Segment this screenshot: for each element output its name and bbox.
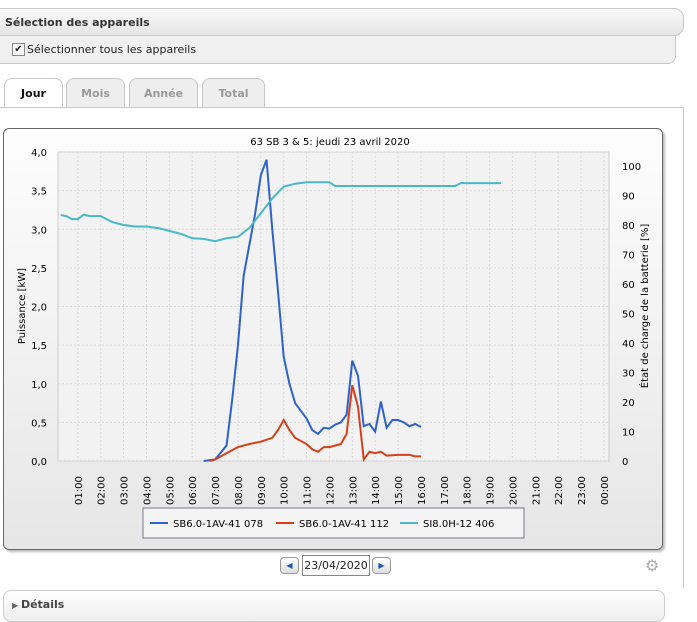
x-tick-label: 20:00	[508, 476, 519, 505]
x-tick-label: 10:00	[280, 476, 291, 505]
y-tick-label: 0,5	[31, 418, 47, 429]
x-tick-label: 00:00	[600, 476, 611, 505]
y-right-tick-label: 80	[622, 221, 635, 232]
x-tick-label: 09:00	[257, 476, 268, 505]
y-tick-label: 3,5	[31, 187, 47, 198]
date-input[interactable]: 23/04/2020	[302, 555, 370, 576]
x-tick-label: 22:00	[554, 476, 565, 505]
y-tick-label: 1,5	[31, 341, 47, 352]
chart-title: 63 SB 3 & 5: jeudi 23 avril 2020	[250, 137, 410, 148]
x-tick-label: 23:00	[577, 476, 588, 505]
x-tick-label: 02:00	[97, 476, 108, 505]
y-tick-label: 3,0	[31, 225, 47, 236]
details-section[interactable]: ▶ Détails	[3, 590, 665, 622]
x-tick-label: 07:00	[211, 476, 222, 505]
x-tick-label: 14:00	[371, 476, 382, 505]
gear-icon[interactable]: ⚙	[645, 556, 659, 575]
y-tick-label: 2,0	[31, 303, 47, 314]
x-tick-label: 11:00	[303, 476, 314, 505]
x-tick-label: 16:00	[417, 476, 428, 505]
x-tick-label: 06:00	[188, 476, 199, 505]
expand-triangle-icon: ▶	[12, 601, 21, 610]
x-tick-label: 19:00	[486, 476, 497, 505]
y-right-tick-label: 20	[622, 398, 635, 409]
legend-label: SI8.0H-12 406	[423, 519, 494, 530]
x-tick-label: 01:00	[74, 476, 85, 505]
y-tick-label: 0,0	[31, 457, 47, 468]
y-tick-label: 4,0	[31, 148, 47, 159]
chart-container: 0,0 0,5 1,0 1,5 2,0 2,5 3,0 3,5 4,0 0 10 20 30 40 50 60…	[3, 128, 663, 550]
y-axis-right-label: État de charge de la batterie [%]	[638, 224, 651, 389]
x-tick-label: 03:00	[120, 476, 131, 505]
x-tick-label: 12:00	[325, 476, 336, 505]
y-right-tick-label: 30	[622, 369, 635, 380]
y-right-tick-label: 60	[622, 280, 635, 291]
x-tick-label: 17:00	[440, 476, 451, 505]
legend-label: SB6.0-1AV-41 112	[299, 519, 389, 530]
x-tick-label: 08:00	[234, 476, 245, 505]
power-chart: 0,0 0,5 1,0 1,5 2,0 2,5 3,0 3,5 4,0 0 10 20 30 40 50 60…	[17, 137, 651, 539]
details-label: Détails	[20, 598, 65, 611]
y-tick-label: 2,5	[31, 264, 47, 275]
y-right-tick-label: 70	[622, 251, 635, 262]
x-tick-label: 18:00	[463, 476, 474, 505]
y-right-tick-label: 50	[622, 310, 635, 321]
x-tick-label: 21:00	[531, 476, 542, 505]
x-tick-label: 04:00	[142, 476, 153, 505]
y-right-tick-label: 10	[622, 428, 635, 439]
y-right-tick-label: 90	[622, 192, 635, 203]
y-right-tick-label: 40	[622, 339, 635, 350]
next-date-button[interactable]: ▶	[372, 557, 391, 574]
y-tick-label: 1,0	[31, 380, 47, 391]
y-right-tick-label: 100	[622, 162, 641, 173]
x-tick-label: 15:00	[394, 476, 405, 505]
legend-label: SB6.0-1AV-41 078	[173, 519, 263, 530]
x-tick-label: 05:00	[165, 476, 176, 505]
y-axis-label: Puissance [kW]	[17, 268, 28, 344]
prev-date-button[interactable]: ◀	[280, 557, 299, 574]
y-right-tick-label: 0	[622, 457, 628, 468]
x-tick-label: 13:00	[348, 476, 359, 505]
